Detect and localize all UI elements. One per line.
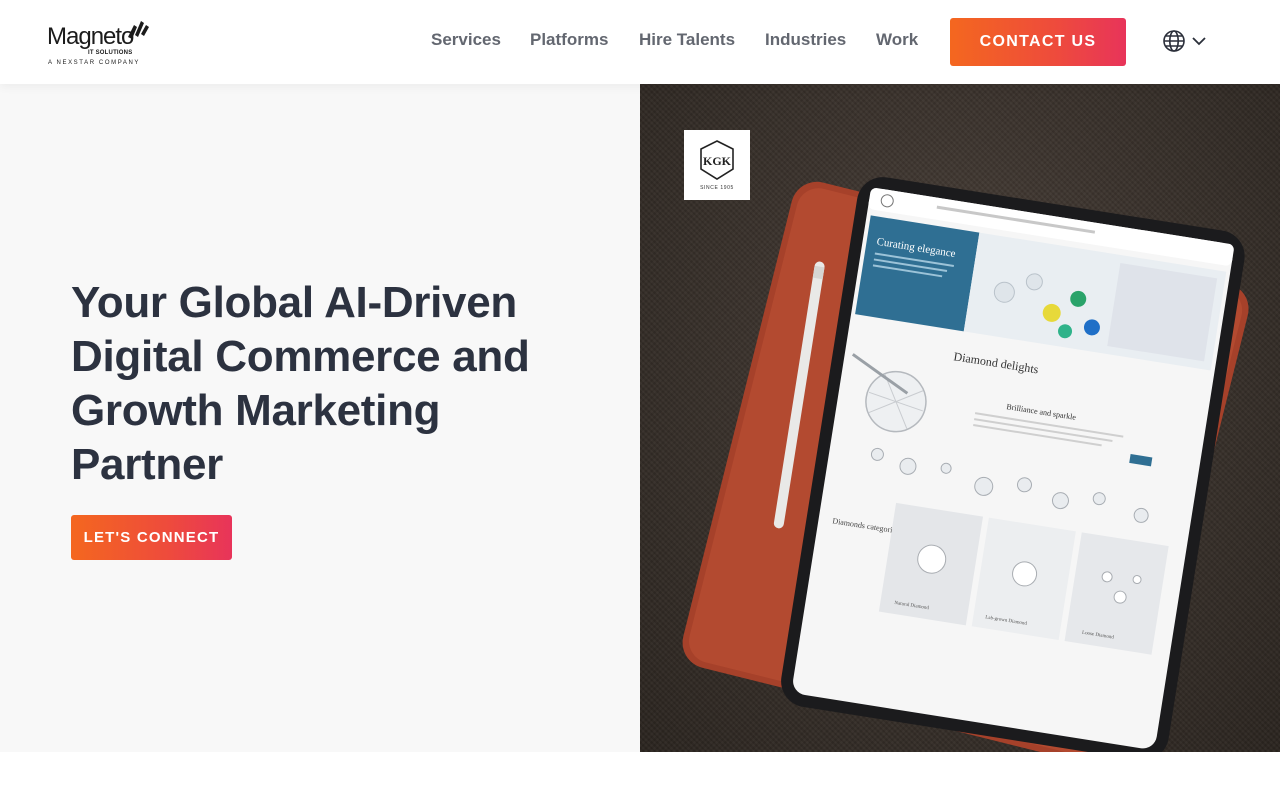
kgk-wordmark: KGK (703, 154, 732, 168)
kgk-since: SINCE 1905 (700, 185, 734, 191)
globe-icon (1163, 30, 1185, 52)
nav-hire-talents[interactable]: Hire Talents (639, 30, 735, 50)
magneto-logo[interactable]: Magneto IT SOLUTIONS A NEXSTAR COMPANY (46, 17, 156, 69)
logo-sub: IT SOLUTIONS (88, 50, 133, 56)
kgk-badge: KGK SINCE 1905 (684, 130, 750, 200)
logo-mark-icon (128, 21, 149, 39)
nav-work[interactable]: Work (876, 30, 918, 50)
lets-connect-button[interactable]: LET'S CONNECT (71, 515, 232, 560)
language-selector[interactable] (1162, 29, 1208, 53)
site-header: Magneto IT SOLUTIONS A NEXSTAR COMPANY S… (0, 0, 1280, 84)
contact-us-button[interactable]: CONTACT US (950, 18, 1126, 66)
nav-services[interactable]: Services (431, 30, 501, 50)
logo-tagline: A NEXSTAR COMPANY (48, 60, 140, 66)
next-section-edge (0, 752, 1280, 800)
hero-image: Curating elegance Diamond delights Brill… (640, 84, 1280, 752)
logo-brand: Magneto (47, 23, 134, 50)
hero-title: Your Global AI-Driven Digital Commerce a… (71, 278, 530, 489)
chevron-down-icon (1192, 37, 1206, 46)
nav-platforms[interactable]: Platforms (530, 30, 608, 50)
nav-industries[interactable]: Industries (765, 30, 846, 50)
kgk-logo-icon: KGK (700, 140, 734, 180)
